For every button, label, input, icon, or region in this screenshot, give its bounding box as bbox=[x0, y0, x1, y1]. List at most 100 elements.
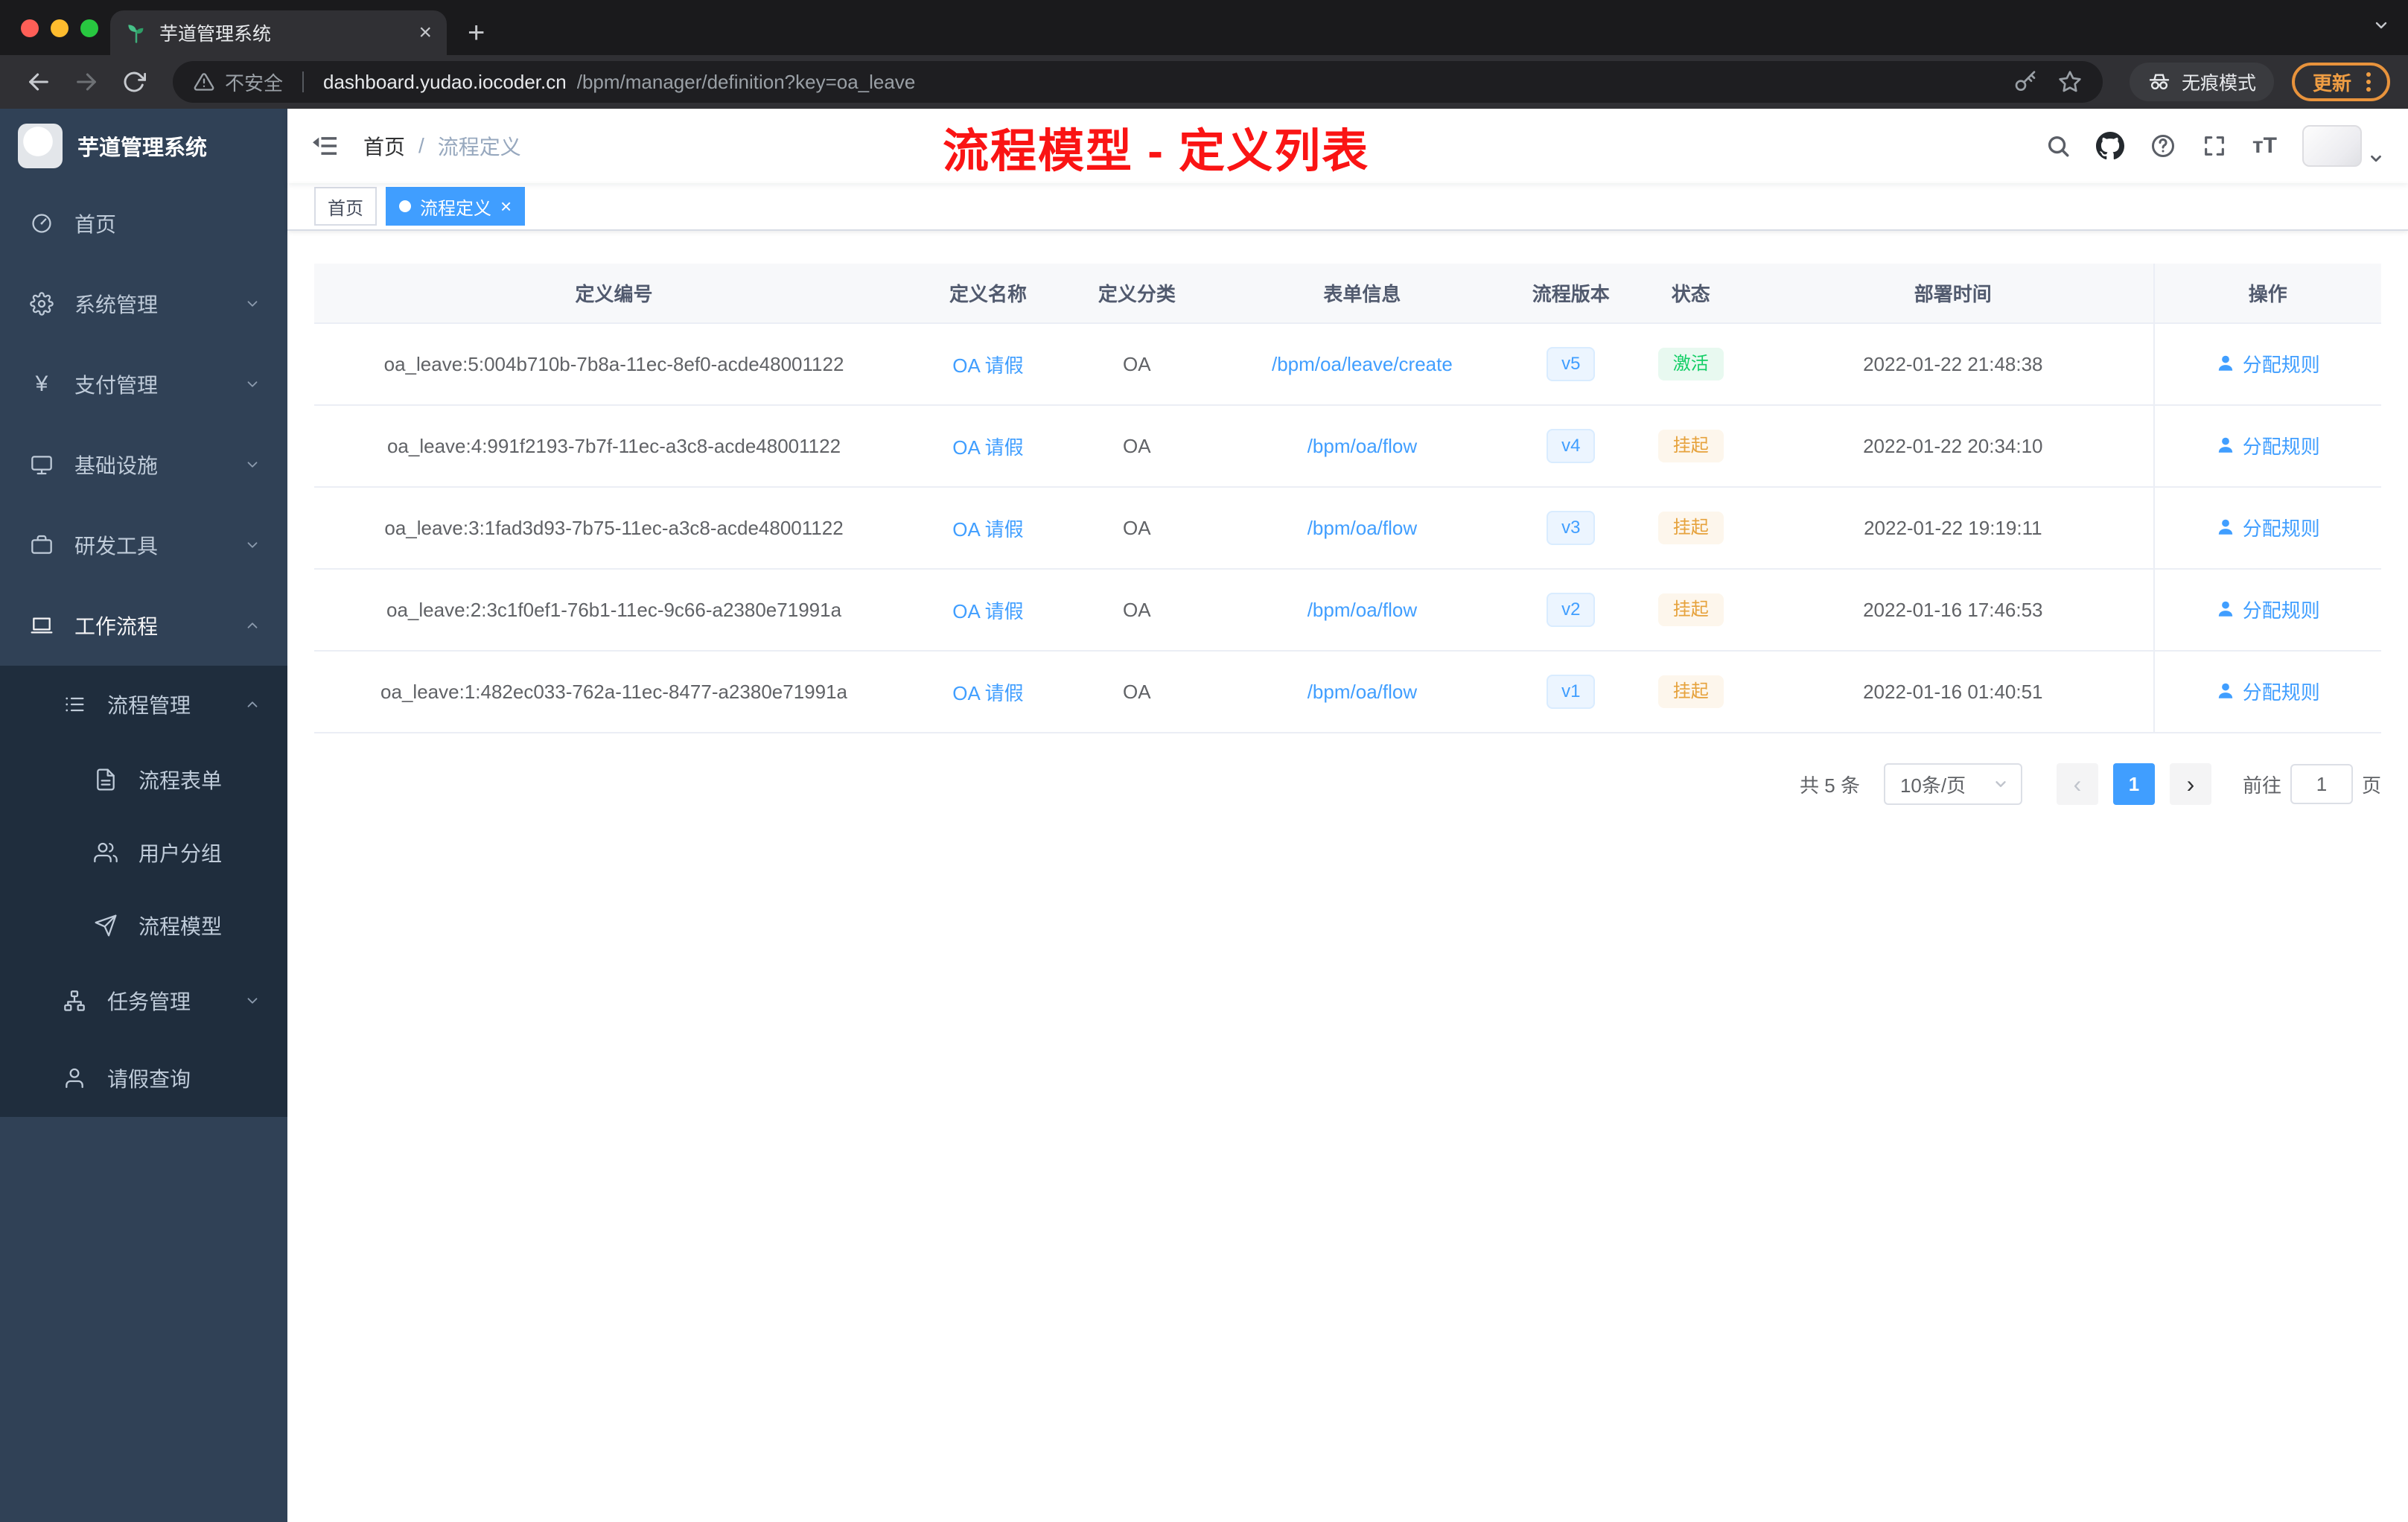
pagination-prev-button[interactable]: ‹ bbox=[2056, 763, 2098, 805]
sidebar-item-system[interactable]: 系统管理 bbox=[0, 264, 287, 344]
form-info-link[interactable]: /bpm/oa/leave/create bbox=[1272, 353, 1453, 375]
sidebar-item-workflow[interactable]: 工作流程 bbox=[0, 585, 287, 666]
definition-name-link[interactable]: OA 请假 bbox=[952, 600, 1023, 623]
cell-category: OA bbox=[1062, 487, 1211, 570]
hamburger-icon[interactable] bbox=[311, 132, 340, 160]
user-avatar-menu[interactable] bbox=[2302, 125, 2384, 167]
breadcrumb: 首页 / 流程定义 bbox=[363, 131, 521, 161]
sidebar-logo[interactable]: 芋道管理系统 bbox=[0, 109, 287, 183]
browser-update-button[interactable]: 更新 bbox=[2291, 63, 2390, 101]
new-tab-button[interactable]: + bbox=[468, 18, 485, 48]
document-icon bbox=[97, 768, 115, 791]
assign-rule-label: 分配规则 bbox=[2242, 599, 2320, 622]
incognito-label: 无痕模式 bbox=[2181, 73, 2256, 94]
assign-rule-label: 分配规则 bbox=[2242, 681, 2320, 704]
form-info-link[interactable]: /bpm/oa/flow bbox=[1307, 517, 1417, 539]
column-header-definition-id: 定义编号 bbox=[314, 264, 914, 324]
reload-icon[interactable] bbox=[113, 61, 155, 103]
pagination-page-1[interactable]: 1 bbox=[2112, 763, 2155, 805]
sidebar-item-user-group[interactable]: 用户分组 bbox=[0, 816, 287, 889]
bookmark-star-icon[interactable] bbox=[2058, 70, 2082, 94]
window-minimize-button[interactable] bbox=[51, 19, 69, 37]
column-header-form-info: 表单信息 bbox=[1211, 264, 1514, 324]
security-label: 不安全 bbox=[225, 71, 284, 95]
cell-deploy-time: 2022-01-16 17:46:53 bbox=[1753, 569, 2154, 652]
assign-rule-link[interactable]: 分配规则 bbox=[2216, 514, 2320, 541]
sidebar-item-infrastructure[interactable]: 基础设施 bbox=[0, 424, 287, 505]
sidebar-item-process-model[interactable]: 流程模型 bbox=[0, 889, 287, 962]
goto-page-input[interactable] bbox=[2290, 764, 2353, 804]
version-badge: v5 bbox=[1547, 347, 1596, 381]
pagination: 共 5 条 10条/页 ‹ 1 › 前往 页 bbox=[314, 763, 2381, 850]
tab-search-icon[interactable] bbox=[2372, 13, 2390, 40]
tag-close-icon[interactable]: × bbox=[500, 197, 512, 216]
list-icon bbox=[66, 697, 84, 712]
window-zoom-button[interactable] bbox=[80, 19, 98, 37]
sidebar-item-leave-query[interactable]: 请假查询 bbox=[0, 1039, 287, 1117]
sidebar-item-process-management[interactable]: 流程管理 bbox=[0, 666, 287, 743]
page-size-value: 10条/页 bbox=[1899, 774, 1966, 797]
sidebar-item-label: 系统管理 bbox=[74, 293, 159, 316]
browser-menu-kebab-icon[interactable] bbox=[2366, 80, 2371, 84]
assign-rule-link[interactable]: 分配规则 bbox=[2216, 432, 2320, 459]
definition-name-link[interactable]: OA 请假 bbox=[952, 436, 1023, 459]
chevron-down-icon bbox=[247, 301, 258, 307]
assign-rule-link[interactable]: 分配规则 bbox=[2216, 678, 2320, 705]
tag-home[interactable]: 首页 bbox=[314, 187, 377, 226]
forward-icon[interactable] bbox=[66, 61, 107, 103]
sidebar-item-payment[interactable]: ¥ 支付管理 bbox=[0, 344, 287, 424]
form-info-link[interactable]: /bpm/oa/flow bbox=[1307, 599, 1417, 621]
assign-rule-label: 分配规则 bbox=[2242, 353, 2320, 376]
browser-toolbar: 不安全 dashboard.yudao.iocoder.cn /bpm/mana… bbox=[0, 55, 2408, 109]
sidebar-item-task-management[interactable]: 任务管理 bbox=[0, 962, 287, 1039]
laptop-icon bbox=[31, 617, 53, 634]
security-warning-icon bbox=[194, 71, 214, 92]
column-header-actions: 操作 bbox=[2153, 264, 2381, 324]
sidebar-item-home[interactable]: 首页 bbox=[0, 183, 287, 264]
breadcrumb-home[interactable]: 首页 bbox=[363, 131, 405, 161]
cell-definition-id: oa_leave:1:482ec033-762a-11ec-8477-a2380… bbox=[314, 651, 914, 733]
table-header-row: 定义编号 定义名称 定义分类 表单信息 流程版本 状态 部署时间 操作 bbox=[314, 264, 2381, 324]
cell-definition-id: oa_leave:3:1fad3d93-7b75-11ec-a3c8-acde4… bbox=[314, 487, 914, 570]
sidebar-item-process-form[interactable]: 流程表单 bbox=[0, 743, 287, 816]
back-icon[interactable] bbox=[18, 61, 60, 103]
tag-active-label: 流程定义 bbox=[420, 198, 491, 219]
briefcase-icon bbox=[31, 535, 52, 554]
form-info-link[interactable]: /bpm/oa/flow bbox=[1307, 435, 1417, 457]
font-size-icon[interactable]: тT bbox=[2252, 133, 2277, 159]
fullscreen-icon[interactable] bbox=[2202, 133, 2227, 159]
person-icon bbox=[2218, 683, 2232, 698]
definition-name-link[interactable]: OA 请假 bbox=[952, 354, 1023, 377]
person-icon bbox=[2218, 437, 2232, 453]
help-icon[interactable] bbox=[2150, 133, 2176, 159]
sidebar-item-label: 流程管理 bbox=[107, 694, 191, 717]
tag-process-definition[interactable]: 流程定义 × bbox=[386, 187, 526, 226]
sidebar-item-label: 流程表单 bbox=[138, 769, 223, 792]
sidebar-item-label: 支付管理 bbox=[74, 374, 159, 397]
assign-rule-link[interactable]: 分配规则 bbox=[2216, 350, 2320, 378]
password-key-icon[interactable] bbox=[2013, 70, 2037, 94]
status-badge: 挂起 bbox=[1657, 675, 1724, 708]
incognito-icon bbox=[2147, 70, 2171, 94]
url-host: dashboard.yudao.iocoder.cn bbox=[323, 70, 567, 93]
page-size-select[interactable]: 10条/页 bbox=[1883, 763, 2022, 805]
tab-close-icon[interactable]: × bbox=[418, 22, 432, 44]
sidebar-item-devtools[interactable]: 研发工具 bbox=[0, 505, 287, 585]
window-close-button[interactable] bbox=[21, 19, 39, 37]
page-header: 首页 / 流程定义 流程模型 - 定义列表 тT bbox=[287, 109, 2408, 183]
form-info-link[interactable]: /bpm/oa/flow bbox=[1307, 681, 1417, 703]
search-icon[interactable] bbox=[2045, 133, 2071, 159]
column-header-process-version: 流程版本 bbox=[1513, 264, 1629, 324]
definition-name-link[interactable]: OA 请假 bbox=[952, 518, 1023, 541]
url-path: /bpm/manager/definition?key=oa_leave bbox=[576, 70, 916, 93]
address-bar[interactable]: 不安全 dashboard.yudao.iocoder.cn /bpm/mana… bbox=[173, 61, 2103, 103]
pagination-next-button[interactable]: › bbox=[2169, 763, 2211, 805]
browser-tab[interactable]: 芋道管理系统 × bbox=[110, 10, 447, 55]
chevron-down-icon bbox=[247, 381, 258, 387]
cell-category: OA bbox=[1062, 323, 1211, 406]
window-controls bbox=[21, 19, 98, 37]
definition-name-link[interactable]: OA 请假 bbox=[952, 682, 1023, 704]
cell-deploy-time: 2022-01-22 21:48:38 bbox=[1753, 323, 2154, 406]
github-icon[interactable] bbox=[2095, 132, 2124, 160]
assign-rule-link[interactable]: 分配规则 bbox=[2216, 596, 2320, 623]
